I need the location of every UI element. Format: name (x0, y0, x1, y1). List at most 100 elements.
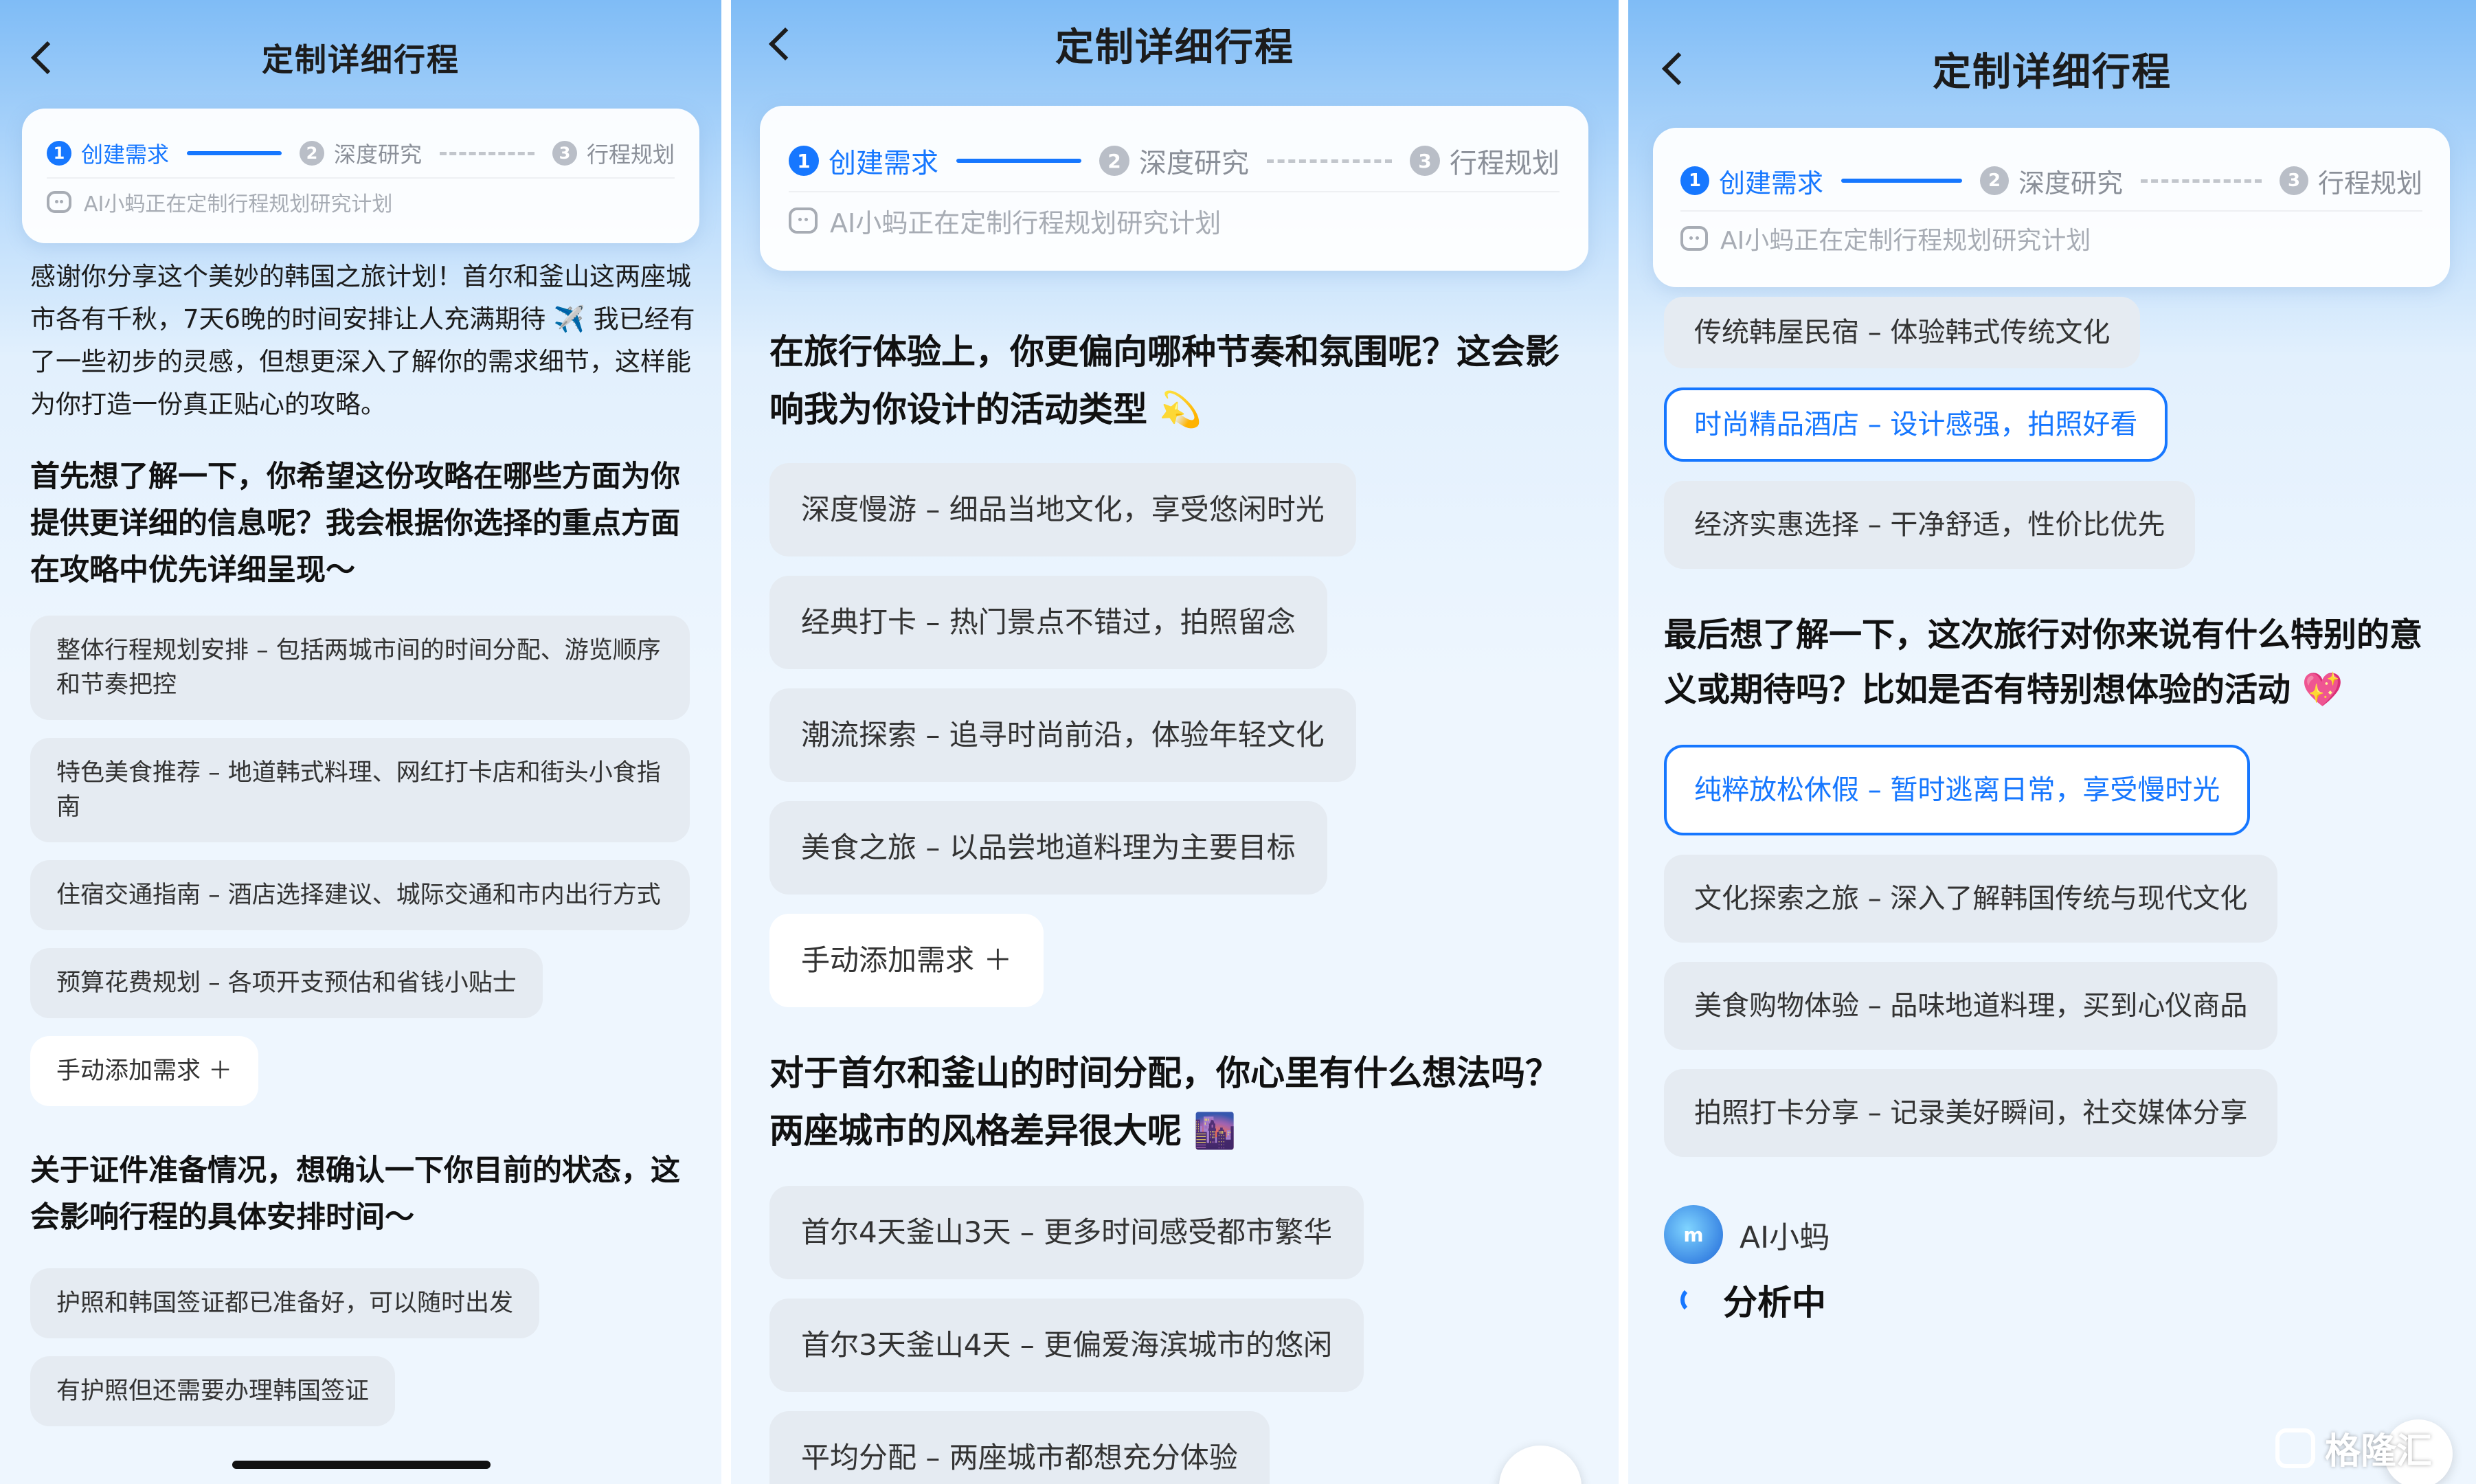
home-indicator (232, 1461, 491, 1469)
question-pace: 在旅行体验上，你更偏向哪种节奏和氛围呢？这会影响我为你设计的活动类型 💫 (769, 332, 1560, 429)
option-list: 整体行程规划安排 – 包括两城市间的时间分配、游览顺序和节奏把控 特色美食推荐 … (30, 616, 698, 1106)
option-list: 护照和韩国签证都已准备好，可以随时出发 有护照但还需要办理韩国签证 (30, 1268, 698, 1426)
status-text: AI小蚂正在定制行程规划研究计划 (84, 192, 393, 216)
stepper: 1 创建需求 2 深度研究 3 行程规划 (1653, 128, 2450, 210)
stepper: 1 创建需求 2 深度研究 3 行程规划 (22, 109, 699, 177)
option-trend[interactable]: 潮流探索 – 追寻时尚前沿，体验年轻文化 (769, 688, 1356, 782)
option-itinerary[interactable]: 整体行程规划安排 – 包括两城市间的时间分配、游览顺序和节奏把控 (30, 616, 690, 720)
step-connector (2141, 179, 2262, 183)
step-label: 创建需求 (1719, 168, 1824, 199)
progress-card: 1 创建需求 2 深度研究 3 行程规划 AI小蚂正在定制行程规划研究计划 (22, 109, 699, 243)
option-classic[interactable]: 经典打卡 – 热门景点不错过，拍照留念 (769, 576, 1327, 669)
watermark-logo-icon (2275, 1428, 2315, 1468)
step-number: 2 (300, 141, 324, 166)
chat-content: 感谢你分享这个美妙的韩国之旅计划！首尔和釜山这两座城市各有千秋，7天6晚的时间安… (0, 256, 721, 1426)
step-label: 深度研究 (2018, 168, 2124, 199)
step-number: 2 (1980, 166, 2009, 195)
status-line: AI小蚂正在定制行程规划研究计划 (1680, 210, 2422, 265)
robot-icon (47, 191, 71, 213)
question-time-split: 对于首尔和釜山的时间分配，你心里有什么想法吗？两座城市的风格差异很大呢 🌆 (769, 1053, 1560, 1151)
option-list: 纯粹放松休假 – 暂时逃离日常，享受慢时光 文化探索之旅 – 深入了解韩国传统与… (1664, 745, 2449, 1157)
step-number: 1 (47, 141, 71, 166)
chat-content: 在旅行体验上，你更偏向哪种节奏和氛围呢？这会影响我为你设计的活动类型 💫 深度慢… (731, 323, 1619, 1484)
step-number: 3 (552, 141, 577, 166)
back-arrow-icon[interactable] (30, 41, 65, 75)
step-number: 1 (1680, 166, 1709, 195)
option-food-trip[interactable]: 美食之旅 – 以品尝地道料理为主要目标 (769, 801, 1327, 895)
option-hanok[interactable]: 传统韩屋民宿 – 体验韩式传统文化 (1664, 297, 2141, 368)
option-even-split[interactable]: 平均分配 – 两座城市都想充分体验 (769, 1411, 1270, 1484)
page-title: 定制详细行程 (1933, 49, 2172, 95)
chat-content: 传统韩屋民宿 – 体验韩式传统文化 时尚精品酒店 – 设计感强，拍照好看 经济实… (1628, 297, 2476, 1325)
option-food-shopping[interactable]: 美食购物体验 – 品味地道料理，买到心仪商品 (1664, 962, 2278, 1050)
step-research: 2 深度研究 (1099, 141, 1249, 181)
option-lodging[interactable]: 住宿交通指南 – 酒店选择建议、城际交通和市内出行方式 (30, 860, 690, 930)
progress-card: 1 创建需求 2 深度研究 3 行程规划 AI小蚂正在定制行程规划研究计划 (760, 106, 1588, 271)
step-label: 创建需求 (81, 142, 170, 168)
step-connector (956, 159, 1081, 163)
step-label: 行程规划 (587, 142, 675, 168)
robot-icon (789, 207, 818, 234)
stepper: 1 创建需求 2 深度研究 3 行程规划 (760, 106, 1588, 191)
question-meaning: 最后想了解一下，这次旅行对你来说有什么特别的意义或期待吗？比如是否有特别想体验的… (1664, 616, 2423, 709)
option-seoul-4[interactable]: 首尔4天釜山3天 – 更多时间感受都市繁华 (769, 1186, 1364, 1279)
robot-icon (1680, 226, 1708, 251)
page-title: 定制详细行程 (1055, 25, 1294, 70)
option-busan-4[interactable]: 首尔3天釜山4天 – 更偏爱海滨城市的悠闲 (769, 1298, 1364, 1392)
step-plan: 3 行程规划 (552, 137, 675, 169)
step-connector (1841, 179, 1962, 183)
nav-bar: 定制详细行程 (0, 30, 721, 85)
assistant-header: m AI小蚂 (1664, 1205, 2449, 1264)
option-photo-share[interactable]: 拍照打卡分享 – 记录美好瞬间，社交媒体分享 (1664, 1069, 2278, 1157)
step-label: 深度研究 (334, 142, 423, 168)
loading-spinner-icon (1680, 1286, 1708, 1314)
watermark-text: 格隆汇 (2325, 1431, 2433, 1472)
option-relax[interactable]: 纯粹放松休假 – 暂时逃离日常，享受慢时光 (1664, 745, 2251, 835)
status-line: AI小蚂正在定制行程规划研究计划 (789, 191, 1560, 249)
option-boutique-hotel[interactable]: 时尚精品酒店 – 设计感强，拍照好看 (1664, 387, 2168, 462)
step-plan: 3 行程规划 (2280, 162, 2422, 200)
step-label: 行程规划 (1450, 148, 1560, 179)
add-requirement-button[interactable]: 手动添加需求 ＋ (769, 914, 1044, 1007)
screenshot-collage: 定制详细行程 1 创建需求 2 深度研究 3 行程规划 AI小蚂正在定制行程规划… (0, 0, 2476, 1484)
step-create: 1 创建需求 (1680, 162, 1823, 200)
option-list: 首尔4天釜山3天 – 更多时间感受都市繁华 首尔3天釜山4天 – 更偏爱海滨城市… (769, 1186, 1591, 1484)
nav-bar: 定制详细行程 (1628, 41, 2476, 96)
step-research: 2 深度研究 (1980, 162, 2123, 200)
question-focus: 首先想了解一下，你希望这份攻略在哪些方面为你提供更详细的信息呢？我会根据你选择的… (30, 460, 680, 587)
add-requirement-button[interactable]: 手动添加需求 ＋ (30, 1036, 259, 1106)
back-arrow-icon[interactable] (1661, 52, 1696, 86)
option-visa-ready[interactable]: 护照和韩国签证都已准备好，可以随时出发 (30, 1268, 540, 1338)
screen-1: 定制详细行程 1 创建需求 2 深度研究 3 行程规划 AI小蚂正在定制行程规划… (0, 0, 721, 1484)
watermark: 格隆汇 (2275, 1422, 2432, 1474)
step-research: 2 深度研究 (300, 137, 422, 169)
step-connector (187, 151, 282, 155)
back-arrow-icon[interactable] (768, 27, 802, 61)
step-number: 3 (2280, 166, 2308, 195)
step-label: 深度研究 (1139, 148, 1249, 179)
step-label: 创建需求 (829, 148, 938, 179)
divider (1619, 0, 1628, 1484)
step-connector (1267, 159, 1392, 163)
option-list: 传统韩屋民宿 – 体验韩式传统文化 时尚精品酒店 – 设计感强，拍照好看 经济实… (1664, 297, 2449, 569)
option-food[interactable]: 特色美食推荐 – 地道韩式料理、网红打卡店和街头小食指南 (30, 738, 690, 842)
intro-message: 感谢你分享这个美妙的韩国之旅计划！首尔和釜山这两座城市各有千秋，7天6晚的时间安… (30, 262, 695, 419)
step-plan: 3 行程规划 (1410, 141, 1560, 181)
option-list: 深度慢游 – 细品当地文化，享受悠闲时光 经典打卡 – 热门景点不错过，拍照留念… (769, 463, 1591, 1007)
option-budget[interactable]: 预算花费规划 – 各项开支预估和省钱小贴士 (30, 948, 543, 1018)
question-documents: 关于证件准备情况，想确认一下你目前的状态，这会影响行程的具体安排时间～ (30, 1154, 680, 1235)
status-line: AI小蚂正在定制行程规划研究计划 (47, 177, 675, 225)
status-text: AI小蚂正在定制行程规划研究计划 (1720, 227, 2091, 255)
step-number: 2 (1099, 146, 1129, 176)
assistant-avatar-icon: m (1664, 1205, 1723, 1264)
option-culture[interactable]: 文化探索之旅 – 深入了解韩国传统与现代文化 (1664, 855, 2278, 943)
option-budget-stay[interactable]: 经济实惠选择 – 干净舒适，性价比优先 (1664, 481, 2196, 569)
progress-card: 1 创建需求 2 深度研究 3 行程规划 AI小蚂正在定制行程规划研究计划 (1653, 128, 2450, 287)
step-create: 1 创建需求 (789, 141, 938, 181)
step-create: 1 创建需求 (47, 137, 169, 169)
option-visa-needed[interactable]: 有护照但还需要办理韩国签证 (30, 1356, 396, 1426)
status-text: AI小蚂正在定制行程规划研究计划 (830, 207, 1222, 238)
step-number: 3 (1410, 146, 1440, 176)
nav-bar: 定制详细行程 (731, 16, 1619, 71)
option-slow-travel[interactable]: 深度慢游 – 细品当地文化，享受悠闲时光 (769, 463, 1356, 556)
